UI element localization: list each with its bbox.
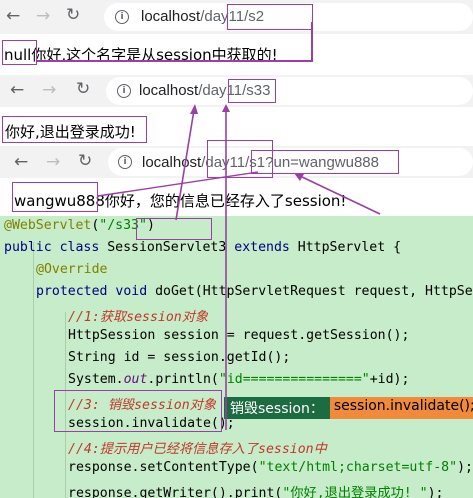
arrow-icon <box>97 104 381 430</box>
